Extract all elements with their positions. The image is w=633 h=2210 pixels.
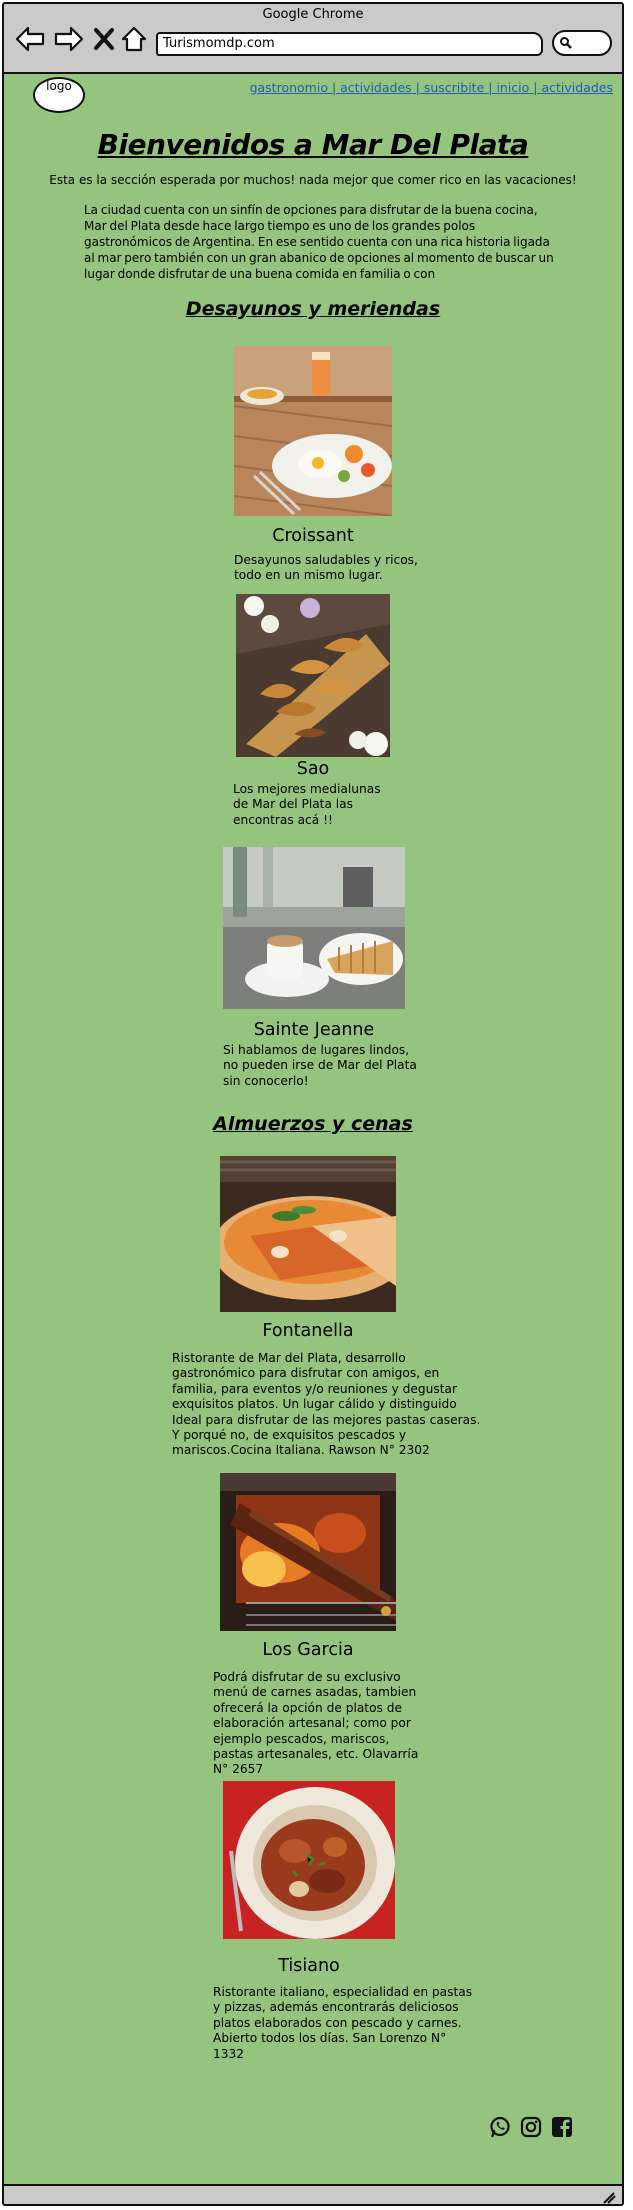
place-description: Ristorante de Mar del Plata, desarrollo … bbox=[172, 1351, 481, 1458]
place-description: Desayunos saludables y ricos, todo en un… bbox=[234, 553, 418, 583]
nav-separator: | bbox=[484, 80, 497, 95]
nav-link-actividades-2[interactable]: actividades bbox=[541, 80, 613, 95]
place-description: Si hablamos de lugares lindos, no pueden… bbox=[223, 1043, 417, 1088]
forward-arrow-icon[interactable] bbox=[54, 26, 84, 52]
top-navigation: gastronomio | actividades | suscribite |… bbox=[250, 80, 613, 95]
whatsapp-icon[interactable] bbox=[489, 2116, 511, 2142]
nav-separator: | bbox=[529, 80, 542, 95]
nav-separator: | bbox=[327, 80, 341, 95]
section-heading-lunch-dinner: Almuerzos y cenas bbox=[213, 1113, 413, 1135]
intro-text: Esta es la sección esperada por muchos! … bbox=[49, 173, 577, 187]
nav-link-suscribite[interactable]: suscribite bbox=[424, 80, 484, 95]
place-description: Podrá disfrutar de su exclusivo menú de … bbox=[213, 1670, 419, 1777]
close-x-icon[interactable] bbox=[93, 26, 123, 52]
place-name: Sao bbox=[296, 759, 330, 779]
place-description: Ristorante italiano, especialidad en pas… bbox=[213, 1985, 473, 2061]
croissants-board-photo bbox=[236, 594, 390, 757]
back-arrow-icon[interactable] bbox=[15, 26, 45, 52]
window-title: Google Chrome bbox=[262, 7, 364, 22]
facebook-icon[interactable] bbox=[551, 2116, 573, 2142]
pizza-photo bbox=[220, 1156, 396, 1312]
nav-link-actividades[interactable]: actividades bbox=[340, 80, 412, 95]
breakfast-table-photo bbox=[234, 346, 392, 516]
place-name: Los Garcia bbox=[262, 1640, 354, 1660]
home-icon[interactable] bbox=[120, 26, 150, 52]
place-name: Fontanella bbox=[262, 1321, 354, 1341]
nav-link-gastronomio[interactable]: gastronomio bbox=[250, 80, 328, 95]
instagram-icon[interactable] bbox=[520, 2116, 542, 2142]
address-bar[interactable]: Turismomdp.com bbox=[156, 32, 543, 56]
pasta-plate-photo bbox=[223, 1781, 395, 1939]
place-name: Sainte Jeanne bbox=[253, 1020, 375, 1040]
search-icon bbox=[560, 37, 572, 49]
logo[interactable]: logo bbox=[33, 77, 85, 113]
place-name: Croissant bbox=[272, 526, 354, 546]
city-description: La ciudad cuenta con un sinfín de opcion… bbox=[84, 203, 554, 281]
nav-separator: | bbox=[411, 80, 424, 95]
status-bar bbox=[4, 2184, 622, 2204]
place-description: Los mejores medialunas de Mar del Plata … bbox=[233, 782, 381, 827]
browser-toolbar: Google Chrome Turismomdp.com bbox=[4, 4, 622, 74]
nav-link-inicio[interactable]: inicio bbox=[496, 80, 529, 95]
coffee-waffles-photo bbox=[223, 847, 405, 1009]
section-heading-breakfast: Desayunos y meriendas bbox=[185, 298, 441, 320]
search-button[interactable] bbox=[552, 30, 612, 56]
place-name: Tisiano bbox=[278, 1956, 340, 1976]
browser-window: Google Chrome Turismomdp.com logo gastro… bbox=[2, 2, 624, 2206]
page-title: Bienvenidos a Mar Del Plata bbox=[97, 128, 529, 161]
grilled-ribs-photo bbox=[220, 1473, 396, 1631]
resize-grip-icon[interactable] bbox=[602, 2189, 616, 2204]
